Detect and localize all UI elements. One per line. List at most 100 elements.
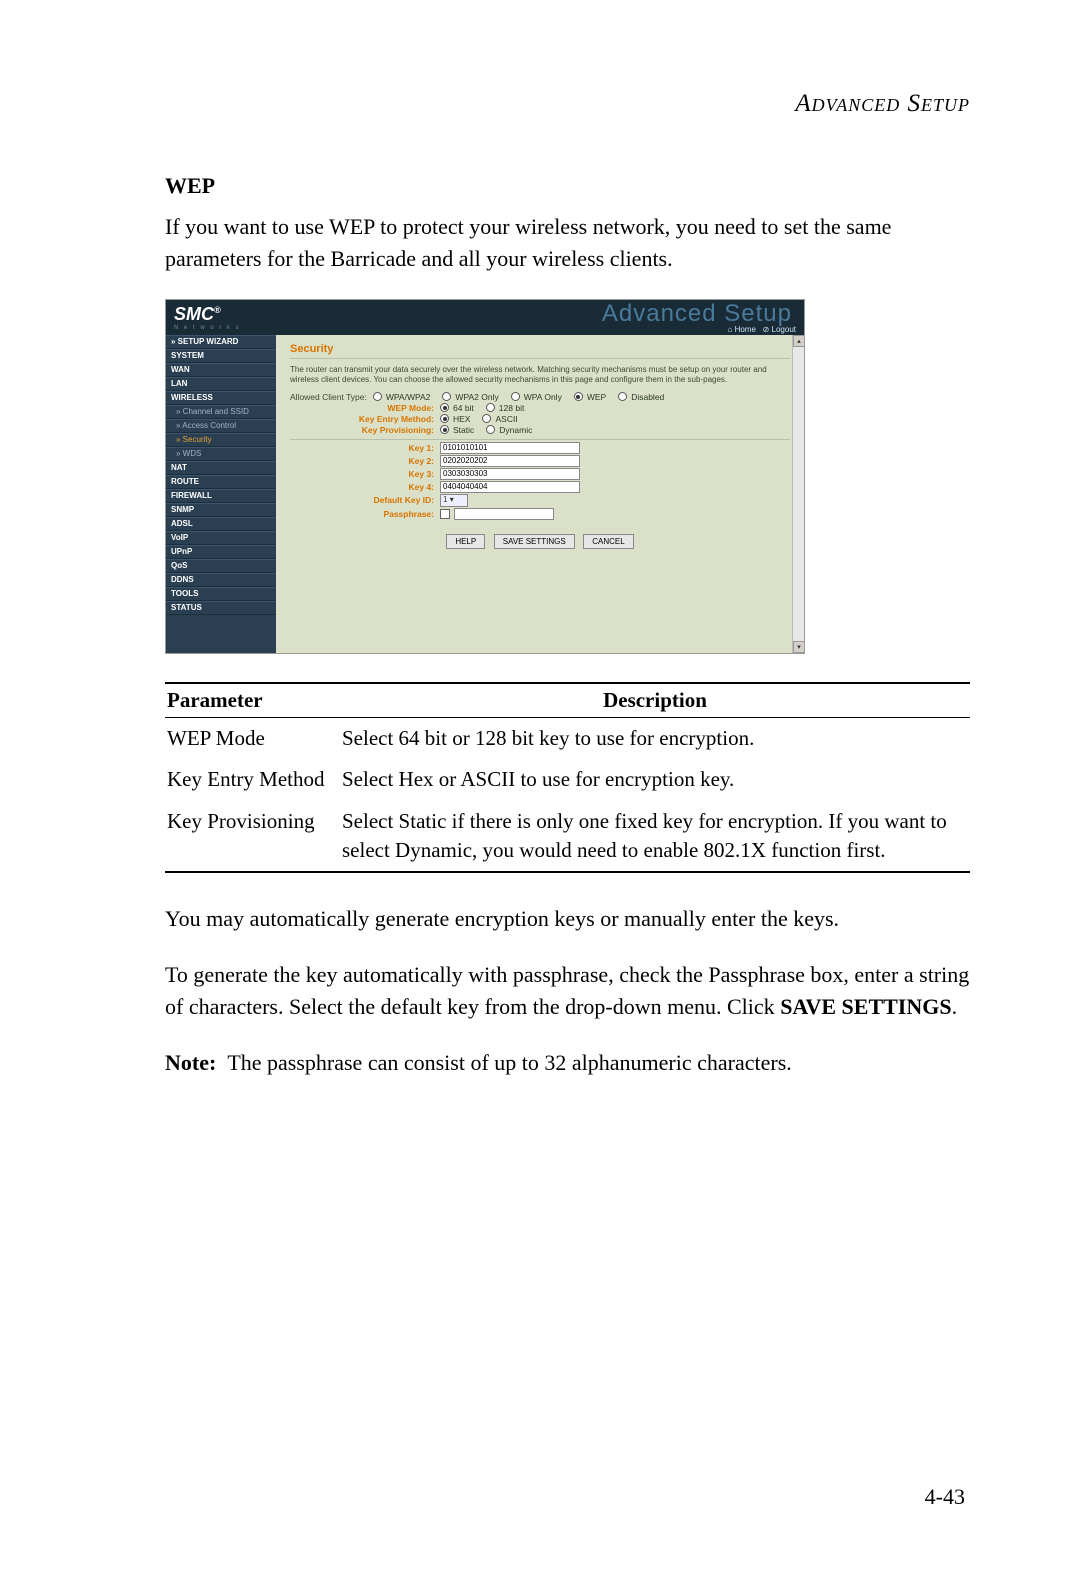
param-desc: Select Hex or ASCII to use for encryptio…: [340, 759, 970, 800]
radio-label: 64 bit: [453, 403, 474, 413]
paragraph-auto-generate: You may automatically generate encryptio…: [165, 903, 970, 935]
sidebar-item[interactable]: LAN: [166, 377, 276, 391]
router-screenshot: SMC® N e t w o r k s Advanced Setup ⌂ Ho…: [165, 299, 805, 654]
param-name: Key Provisioning: [165, 801, 340, 873]
help-button[interactable]: HELP: [446, 534, 485, 549]
radio-option[interactable]: [440, 425, 449, 434]
passphrase-label: Passphrase:: [290, 509, 440, 519]
smc-logo: SMC® N e t w o r k s: [174, 304, 241, 331]
page-number: 4-43: [925, 1484, 965, 1510]
key2-label: Key 2:: [290, 456, 440, 466]
key1-input[interactable]: [440, 442, 580, 454]
allowed-client-row: Allowed Client Type: WPA/WPA2WPA2 OnlyWP…: [290, 392, 790, 402]
sidebar-item[interactable]: TOOLS: [166, 587, 276, 601]
radio-option[interactable]: [482, 414, 491, 423]
sidebar-item[interactable]: » Security: [166, 433, 276, 447]
radio-option[interactable]: [486, 425, 495, 434]
radio-label: Disabled: [631, 392, 664, 402]
sidebar-item[interactable]: » WDS: [166, 447, 276, 461]
scroll-down-icon[interactable]: ▾: [793, 641, 804, 653]
key4-label: Key 4:: [290, 482, 440, 492]
radio-label: WPA/WPA2: [386, 392, 431, 402]
sidebar-item[interactable]: SYSTEM: [166, 349, 276, 363]
radio-label: 128 bit: [499, 403, 525, 413]
save-settings-button[interactable]: SAVE SETTINGS: [494, 534, 575, 549]
passphrase-input[interactable]: [454, 508, 554, 520]
sidebar-item[interactable]: WAN: [166, 363, 276, 377]
radio-option[interactable]: [440, 414, 449, 423]
default-key-select[interactable]: 1 ▾: [440, 494, 468, 507]
home-link[interactable]: Home: [735, 325, 756, 334]
home-icon[interactable]: ⌂: [728, 325, 735, 334]
button-row: HELP SAVE SETTINGS CANCEL: [290, 534, 790, 549]
cancel-button[interactable]: CANCEL: [583, 534, 633, 549]
security-heading: Security: [290, 343, 790, 359]
radio-label: HEX: [453, 414, 470, 424]
paragraph-passphrase-instructions: To generate the key automatically with p…: [165, 959, 970, 1023]
sidebar-item[interactable]: ROUTE: [166, 475, 276, 489]
sidebar: » SETUP WIZARDSYSTEMWANLANWIRELESS» Chan…: [166, 335, 276, 653]
sidebar-item[interactable]: » Access Control: [166, 419, 276, 433]
col-parameter: Parameter: [165, 683, 340, 718]
key-prov-label: Key Provisioning:: [290, 425, 440, 435]
chevron-down-icon: ▾: [450, 495, 454, 504]
sidebar-item[interactable]: STATUS: [166, 601, 276, 615]
home-logout-bar: ⌂ Home ⊘ Logout: [728, 325, 797, 334]
radio-option[interactable]: [486, 403, 495, 412]
key2-input[interactable]: [440, 455, 580, 467]
sidebar-item[interactable]: QoS: [166, 559, 276, 573]
radio-label: Static: [453, 425, 474, 435]
main-panel: Security The router can transmit your da…: [276, 335, 804, 653]
sidebar-item[interactable]: VoIP: [166, 531, 276, 545]
radio-label: WEP: [587, 392, 606, 402]
key-entry-label: Key Entry Method:: [290, 414, 440, 424]
param-desc: Select Static if there is only one fixed…: [340, 801, 970, 873]
radio-label: WPA Only: [524, 392, 562, 402]
sidebar-item[interactable]: » SETUP WIZARD: [166, 335, 276, 349]
radio-option[interactable]: [618, 392, 627, 401]
intro-paragraph: If you want to use WEP to protect your w…: [165, 211, 970, 275]
page-header: Advanced Setup: [165, 90, 970, 118]
section-title-wep: WEP: [165, 173, 970, 199]
passphrase-checkbox[interactable]: [440, 509, 450, 519]
sidebar-item[interactable]: » Channel and SSID: [166, 405, 276, 419]
table-row: WEP ModeSelect 64 bit or 128 bit key to …: [165, 717, 970, 759]
param-name: WEP Mode: [165, 717, 340, 759]
divider: [290, 439, 790, 440]
radio-option[interactable]: [442, 392, 451, 401]
key1-label: Key 1:: [290, 443, 440, 453]
sidebar-item[interactable]: SNMP: [166, 503, 276, 517]
sidebar-item[interactable]: FIREWALL: [166, 489, 276, 503]
default-key-label: Default Key ID:: [290, 495, 440, 505]
key3-input[interactable]: [440, 468, 580, 480]
table-row: Key Entry MethodSelect Hex or ASCII to u…: [165, 759, 970, 800]
sidebar-item[interactable]: ADSL: [166, 517, 276, 531]
sidebar-item[interactable]: UPnP: [166, 545, 276, 559]
banner-title: Advanced Setup: [602, 300, 792, 328]
parameter-table: Parameter Description WEP ModeSelect 64 …: [165, 682, 970, 874]
radio-option[interactable]: [574, 392, 583, 401]
radio-option[interactable]: [373, 392, 382, 401]
radio-label: Dynamic: [499, 425, 532, 435]
col-description: Description: [340, 683, 970, 718]
radio-option[interactable]: [511, 392, 520, 401]
param-name: Key Entry Method: [165, 759, 340, 800]
logout-link[interactable]: Logout: [772, 325, 796, 334]
sidebar-item[interactable]: NAT: [166, 461, 276, 475]
radio-label: ASCII: [495, 414, 517, 424]
logout-icon[interactable]: ⊘: [763, 325, 772, 334]
note-paragraph: Note: The passphrase can consist of up t…: [165, 1047, 970, 1079]
key4-input[interactable]: [440, 481, 580, 493]
scroll-up-icon[interactable]: ▴: [793, 335, 804, 347]
sidebar-item[interactable]: DDNS: [166, 573, 276, 587]
radio-label: WPA2 Only: [455, 392, 498, 402]
banner: SMC® N e t w o r k s Advanced Setup ⌂ Ho…: [166, 300, 804, 335]
scrollbar[interactable]: ▴ ▾: [792, 335, 804, 653]
param-desc: Select 64 bit or 128 bit key to use for …: [340, 717, 970, 759]
wep-mode-label: WEP Mode:: [290, 403, 440, 413]
sidebar-item[interactable]: WIRELESS: [166, 391, 276, 405]
radio-option[interactable]: [440, 403, 449, 412]
table-row: Key ProvisioningSelect Static if there i…: [165, 801, 970, 873]
security-description: The router can transmit your data secure…: [290, 365, 790, 386]
key3-label: Key 3:: [290, 469, 440, 479]
